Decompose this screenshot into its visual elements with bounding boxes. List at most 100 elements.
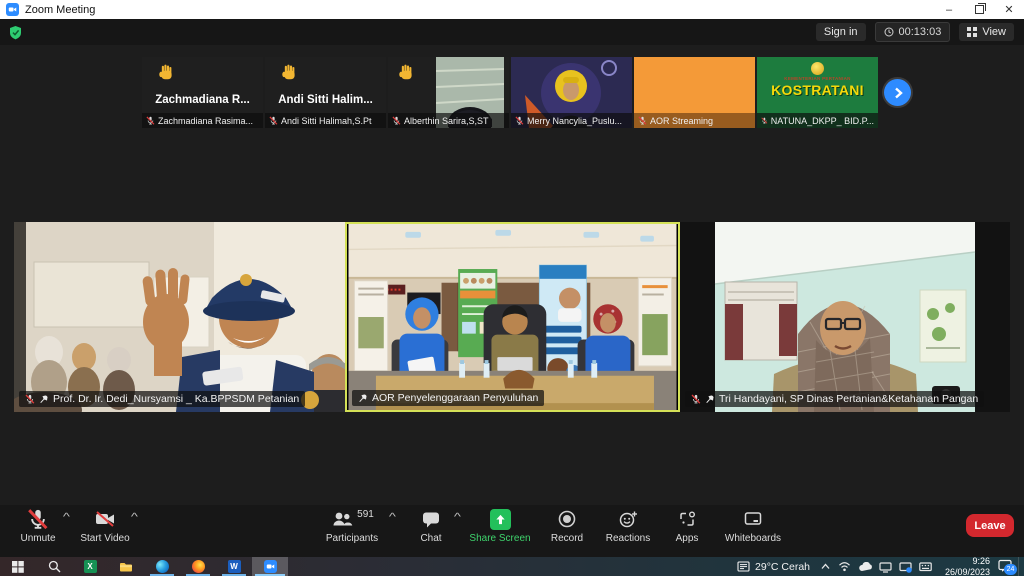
file-explorer-icon — [119, 560, 133, 573]
participant-label: Zachmadiana Rasima... — [142, 113, 263, 128]
muted-mic-icon — [638, 116, 647, 125]
muted-mic-icon — [761, 116, 768, 125]
minimize-button[interactable]: – — [934, 0, 964, 19]
leave-button[interactable]: Leave — [966, 514, 1014, 537]
onedrive-cloud-icon[interactable] — [858, 562, 872, 572]
participant-label: NATUNA_DKPP_ BID.P... — [757, 113, 878, 128]
muted-mic-icon — [515, 116, 524, 125]
system-tray — [820, 561, 932, 573]
video-scene — [347, 224, 678, 410]
windows-taskbar: X W 29°C Cerah — [0, 557, 1024, 576]
participant-thumbnail[interactable]: Alberthin Sarira,S,ST — [388, 57, 509, 128]
record-icon — [556, 508, 578, 530]
start-button[interactable] — [0, 557, 36, 576]
wifi-icon[interactable] — [838, 561, 851, 572]
share-screen-icon — [490, 509, 511, 530]
taskbar-weather-widget[interactable]: 29°C Cerah — [737, 560, 810, 573]
chat-options-caret[interactable]: ^ — [454, 512, 461, 523]
action-center-button[interactable]: 24 — [998, 559, 1014, 574]
clock-icon — [884, 27, 894, 37]
participant-thumbnail[interactable]: KEMENTERIAN PERTANIAN KOSTRATANI NATUNA_… — [757, 57, 878, 128]
muted-mic-icon — [27, 508, 49, 530]
participants-count: 591 — [357, 509, 374, 520]
video-tile-label: AOR Penyelenggaraan Penyuluhan — [352, 390, 544, 406]
pin-icon — [39, 394, 49, 404]
muted-mic-icon — [392, 116, 401, 125]
taskbar-search-button[interactable] — [36, 557, 72, 576]
video-scene — [14, 222, 345, 412]
participant-thumbnail[interactable]: Andi Sitti Halim... Andi Sitti Halimah,S… — [265, 57, 386, 128]
muted-video-icon — [93, 508, 117, 530]
muted-mic-icon — [691, 394, 701, 404]
taskbar-file-explorer-button[interactable] — [108, 557, 144, 576]
video-tile-dedi[interactable]: Prof. Dr. Ir. Dedi_Nursyamsi _ Ka.BPPSDM… — [14, 222, 345, 412]
reactions-icon — [617, 508, 639, 530]
muted-mic-icon — [269, 116, 278, 125]
video-tile-label: Tri Handayani, SP Dinas Pertanian&Ketaha… — [685, 391, 984, 407]
taskbar-word-button[interactable]: W — [216, 557, 252, 576]
taskbar-clock[interactable]: 9:26 26/09/2023 — [938, 556, 990, 576]
word-icon: W — [228, 560, 241, 573]
zoom-icon — [264, 560, 277, 573]
chat-icon — [420, 508, 442, 530]
participant-name: Zachmadiana R... — [142, 94, 263, 106]
participants-options-caret[interactable]: ^ — [389, 512, 396, 523]
audio-options-caret[interactable]: ^ — [63, 512, 70, 523]
network-status-icon[interactable] — [899, 561, 912, 573]
taskbar-edge-button[interactable] — [144, 557, 180, 576]
participant-label: AOR Streaming — [634, 113, 755, 128]
participant-thumbnail[interactable]: Merry Nancylia_Puslu... — [511, 57, 632, 128]
notification-count-badge: 24 — [1004, 564, 1017, 575]
restore-button[interactable] — [964, 0, 994, 19]
view-button[interactable]: View — [959, 23, 1014, 41]
close-button[interactable]: ✕ — [994, 0, 1024, 19]
muted-mic-icon — [146, 116, 155, 125]
hidden-icons-chevron[interactable] — [820, 562, 831, 571]
window-titlebar: Zoom Meeting – ✕ — [0, 0, 1024, 19]
participant-label: Alberthin Sarira,S,ST — [388, 113, 509, 128]
video-tile-tri[interactable]: Tri Handayani, SP Dinas Pertanian&Ketaha… — [680, 222, 1010, 412]
apps-icon — [676, 508, 698, 530]
touch-keyboard-icon[interactable] — [919, 561, 932, 572]
ministry-logo-icon — [811, 62, 824, 75]
video-tile-aor[interactable]: AOR Penyelenggaraan Penyuluhan — [345, 222, 680, 412]
meeting-topbar: Sign in 00:13:03 View — [0, 19, 1024, 45]
participants-icon — [330, 508, 354, 530]
chevron-right-icon — [891, 86, 905, 100]
sign-in-button[interactable]: Sign in — [816, 23, 866, 41]
whiteboards-button[interactable]: Whiteboards — [711, 507, 795, 544]
security-shield-icon[interactable] — [8, 25, 23, 40]
raised-hand-icon — [281, 64, 298, 81]
excel-icon: X — [84, 560, 97, 573]
participant-label: Andi Sitti Halimah,S.Pt — [265, 113, 386, 128]
next-page-arrow-button[interactable] — [884, 79, 911, 106]
participant-name: Andi Sitti Halim... — [265, 94, 386, 106]
video-tile-label: Prof. Dr. Ir. Dedi_Nursyamsi _ Ka.BPPSDM… — [19, 391, 305, 407]
meeting-timer: 00:13:03 — [875, 22, 951, 42]
windows-logo-icon — [12, 561, 24, 573]
zoom-app-icon — [6, 3, 19, 16]
raised-hand-icon — [158, 64, 175, 81]
display-icon[interactable] — [879, 561, 892, 573]
whiteboards-icon — [742, 508, 764, 530]
taskbar-firefox-button[interactable] — [180, 557, 216, 576]
taskbar-zoom-button[interactable] — [252, 557, 288, 576]
taskbar-excel-button[interactable]: X — [72, 557, 108, 576]
raised-hand-icon — [398, 64, 415, 81]
participant-thumbnail[interactable]: Zachmadiana R... Zachmadiana Rasima... — [142, 57, 263, 128]
show-desktop-button[interactable] — [1018, 557, 1024, 576]
search-icon — [48, 560, 61, 573]
zoom-meeting-window: Zoom Meeting – ✕ Sign in 00:13:03 View — [0, 0, 1024, 576]
participant-label: Merry Nancylia_Puslu... — [511, 113, 632, 128]
banner-small-text: KEMENTERIAN PERTANIAN — [757, 76, 878, 81]
firefox-icon — [192, 560, 205, 573]
banner-title: KOSTRATANI — [757, 82, 878, 98]
pin-icon — [358, 393, 368, 403]
news-icon — [737, 560, 750, 573]
participants-button[interactable]: 591 Participants — [310, 507, 394, 544]
muted-mic-icon — [25, 394, 35, 404]
pin-icon — [705, 394, 715, 404]
video-options-caret[interactable]: ^ — [131, 512, 138, 523]
grid-view-icon — [967, 27, 977, 37]
participant-thumbnail[interactable]: AOR Streaming — [634, 57, 755, 128]
